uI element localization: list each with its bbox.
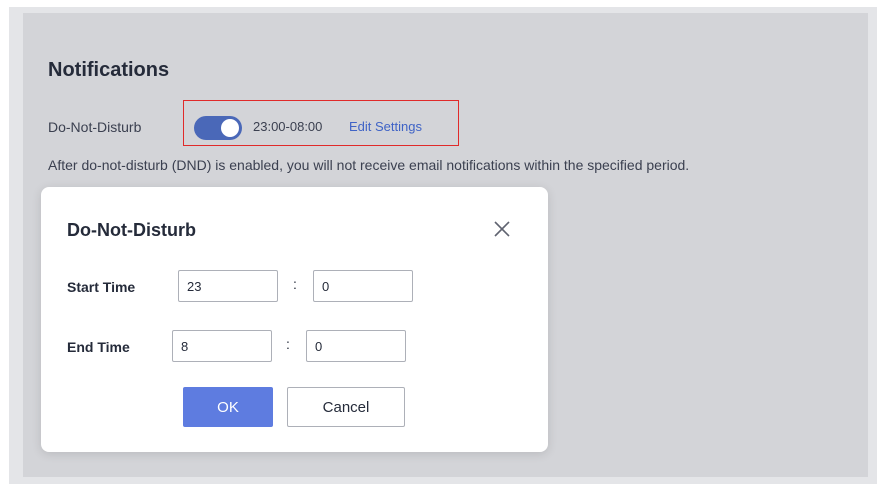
start-time-separator: : (293, 276, 297, 292)
dnd-label: Do-Not-Disturb (48, 119, 142, 135)
dnd-toggle[interactable] (194, 116, 242, 140)
start-minute-input[interactable] (313, 270, 413, 302)
end-hour-input[interactable] (172, 330, 272, 362)
end-time-label: End Time (67, 339, 130, 355)
ok-button[interactable]: OK (183, 387, 273, 427)
close-icon (494, 221, 510, 237)
dnd-time-range: 23:00-08:00 (253, 119, 323, 134)
edit-settings-link[interactable]: Edit Settings (349, 119, 422, 134)
end-time-separator: : (286, 336, 290, 352)
toggle-knob (221, 119, 239, 137)
dnd-dialog: Do-Not-Disturb Start Time : End Time : O… (41, 187, 548, 452)
close-button[interactable] (491, 218, 513, 240)
start-hour-input[interactable] (178, 270, 278, 302)
dialog-title: Do-Not-Disturb (67, 220, 196, 240)
page-title: Notifications (48, 59, 170, 81)
start-time-label: Start Time (67, 279, 136, 295)
dnd-description: After do-not-disturb (DND) is enabled, y… (48, 157, 690, 173)
end-minute-input[interactable] (306, 330, 406, 362)
cancel-button[interactable]: Cancel (287, 387, 405, 427)
